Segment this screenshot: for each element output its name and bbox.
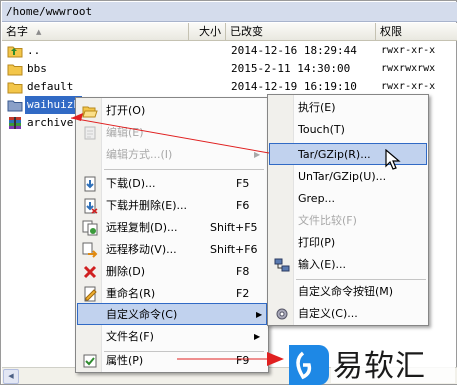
annotation-arrows <box>70 113 284 366</box>
file-manager-window: /home/wwwroot 名字 ▲ 大小 已改变 权限 .. 2014-12-1… <box>0 0 457 385</box>
watermark-text: 易软汇 <box>333 349 426 384</box>
